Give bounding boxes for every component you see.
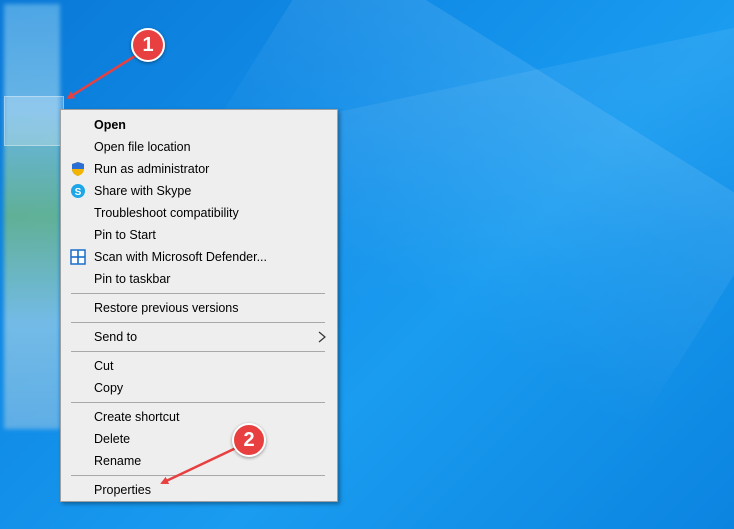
desktop-icons-blurred [4, 4, 60, 429]
menu-item-run-as-administrator[interactable]: Run as administrator [61, 158, 337, 180]
menu-item-label: Create shortcut [94, 410, 180, 424]
menu-item-scan-with-defender[interactable]: Scan with Microsoft Defender... [61, 246, 337, 268]
menu-item-troubleshoot-compatibility[interactable]: Troubleshoot compatibility [61, 202, 337, 224]
step-1-callout: 1 [131, 28, 165, 62]
menu-item-delete[interactable]: Delete [61, 428, 337, 450]
menu-item-label: Pin to Start [94, 228, 156, 242]
menu-item-open-file-location[interactable]: Open file location [61, 136, 337, 158]
menu-item-label: Rename [94, 454, 142, 468]
step-2-callout: 2 [232, 423, 266, 457]
menu-item-restore-previous-versions[interactable]: Restore previous versions [61, 297, 337, 319]
arrow-to-icon [66, 54, 136, 100]
menu-item-label: Open file location [94, 140, 191, 154]
menu-item-label: Send to [94, 330, 138, 344]
menu-item-label: Delete [94, 432, 131, 446]
menu-item-label: Scan with Microsoft Defender... [94, 250, 267, 264]
menu-item-cut[interactable]: Cut [61, 355, 337, 377]
svg-text:S: S [75, 187, 82, 198]
menu-item-label: Run as administrator [94, 162, 210, 176]
menu-separator [61, 348, 337, 355]
menu-separator [61, 472, 337, 479]
wallpaper-light-beam [300, 11, 734, 316]
menu-item-rename[interactable]: Rename [61, 450, 337, 472]
menu-item-label: Cut [94, 359, 114, 373]
selected-desktop-icon[interactable] [4, 96, 64, 146]
menu-item-label: Restore previous versions [94, 301, 239, 315]
shield-icon [72, 162, 84, 176]
menu-item-pin-to-start[interactable]: Pin to Start [61, 224, 337, 246]
menu-item-label: Share with Skype [94, 184, 192, 198]
context-menu: Open Open file location Run as administr… [60, 109, 338, 502]
menu-item-label: Open [94, 118, 126, 132]
chevron-right-icon [318, 331, 326, 343]
menu-separator [61, 399, 337, 406]
skype-icon: S [71, 184, 85, 198]
menu-separator [61, 290, 337, 297]
menu-item-label: Pin to taskbar [94, 272, 171, 286]
menu-item-pin-to-taskbar[interactable]: Pin to taskbar [61, 268, 337, 290]
menu-item-label: Troubleshoot compatibility [94, 206, 239, 220]
menu-item-label: Copy [94, 381, 124, 395]
menu-item-properties[interactable]: Properties [61, 479, 337, 501]
defender-icon [70, 249, 86, 265]
menu-item-create-shortcut[interactable]: Create shortcut [61, 406, 337, 428]
menu-item-send-to[interactable]: Send to [61, 326, 337, 348]
menu-item-share-with-skype[interactable]: S Share with Skype [61, 180, 337, 202]
menu-item-label: Properties [94, 483, 151, 497]
menu-separator [61, 319, 337, 326]
menu-item-copy[interactable]: Copy [61, 377, 337, 399]
menu-item-open[interactable]: Open [61, 114, 337, 136]
